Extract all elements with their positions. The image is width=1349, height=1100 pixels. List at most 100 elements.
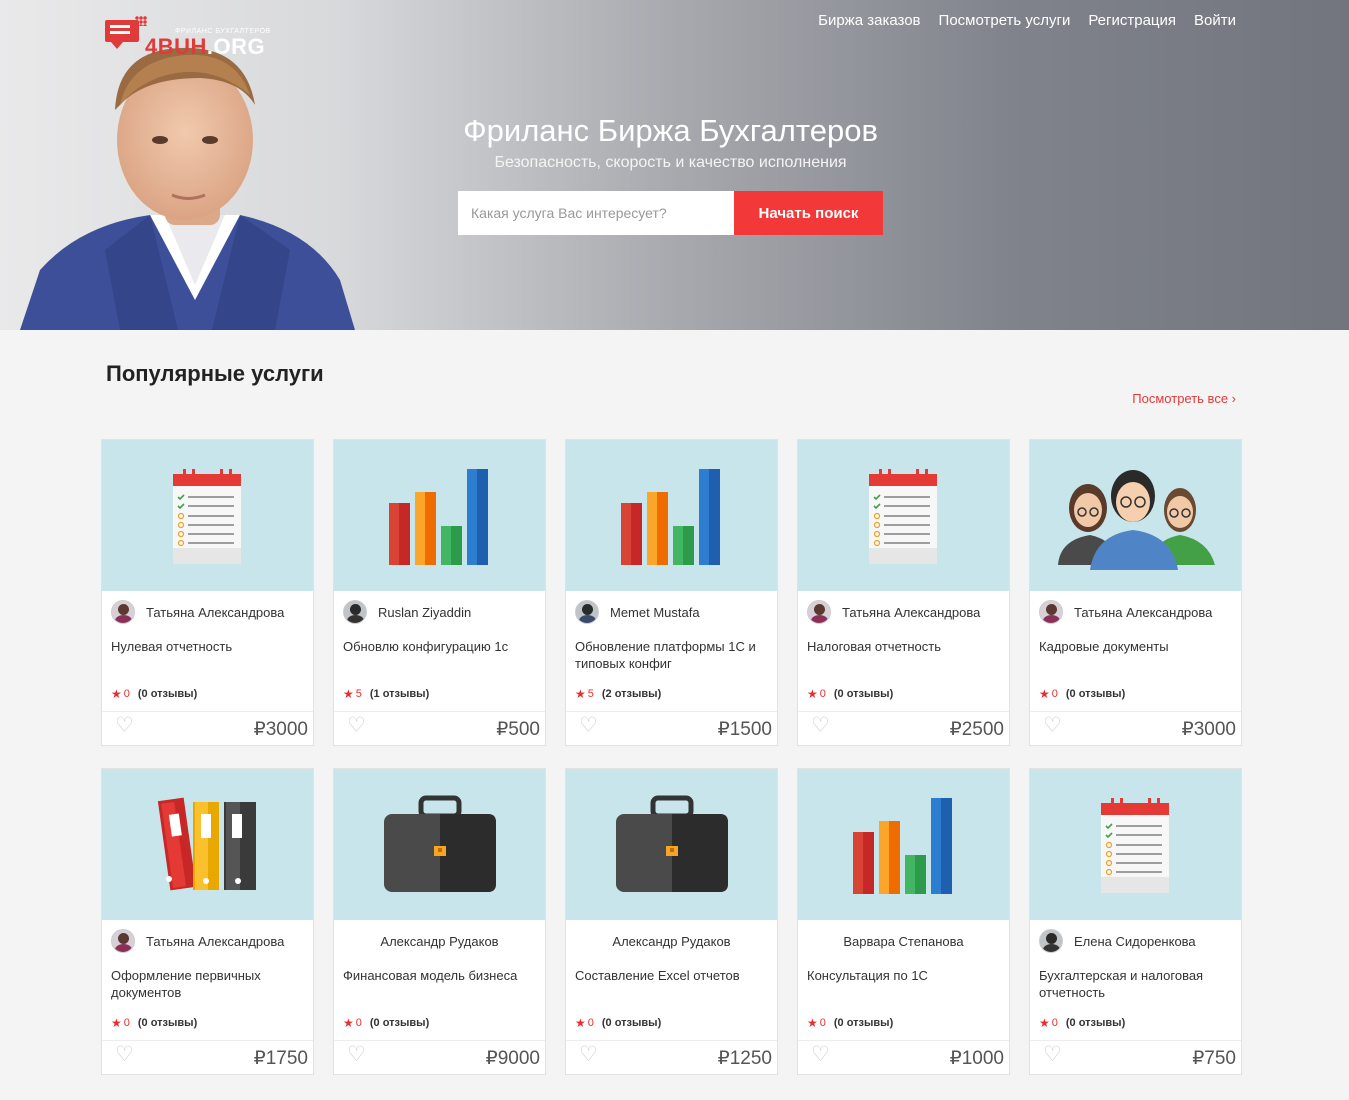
rating-value: 0 xyxy=(587,1017,594,1029)
service-author[interactable]: Ruslan Ziyaddin xyxy=(343,600,471,624)
service-card[interactable]: Татьяна Александрова Оформление первичны… xyxy=(101,768,314,1075)
reviews-count: (1 отзывы) xyxy=(369,688,430,700)
avatar[interactable] xyxy=(575,600,599,624)
star-icon: ★ xyxy=(111,1016,122,1030)
service-card[interactable]: Татьяна Александрова Нулевая отчетность … xyxy=(101,439,314,746)
avatar[interactable] xyxy=(807,600,831,624)
author-name[interactable]: Елена Сидоренкова xyxy=(1074,934,1196,949)
service-thumbnail[interactable] xyxy=(566,769,777,920)
service-card[interactable]: Татьяна Александрова Кадровые документы … xyxy=(1029,439,1242,746)
service-title[interactable]: Кадровые документы xyxy=(1039,638,1234,655)
heart-icon[interactable]: ♡ xyxy=(1043,1044,1065,1065)
service-thumbnail[interactable] xyxy=(798,440,1009,591)
heart-icon[interactable]: ♡ xyxy=(579,1044,601,1065)
service-price: ₽500 xyxy=(496,719,540,740)
nav-login[interactable]: Войти xyxy=(1194,12,1236,29)
service-rating: ★ 0 (0 отзывы) xyxy=(575,1016,661,1030)
service-thumbnail[interactable] xyxy=(1030,769,1241,920)
service-thumbnail[interactable] xyxy=(334,769,545,920)
service-card[interactable]: Татьяна Александрова Налоговая отчетност… xyxy=(797,439,1010,746)
service-title[interactable]: Обновлю конфигурацию 1с xyxy=(343,638,538,655)
service-author[interactable]: Варвара Степанова xyxy=(798,929,1009,953)
reviews-count: (0 отзывы) xyxy=(601,1017,662,1029)
service-title[interactable]: Оформление первичных документов xyxy=(111,967,306,1001)
service-title[interactable]: Налоговая отчетность xyxy=(807,638,1002,655)
star-icon: ★ xyxy=(1039,687,1050,701)
view-all-link[interactable]: Посмотреть все › xyxy=(1132,391,1236,406)
search-input[interactable] xyxy=(458,191,734,235)
nav-view-services[interactable]: Посмотреть услуги xyxy=(939,12,1071,29)
service-author[interactable]: Татьяна Александрова xyxy=(1039,600,1212,624)
search-button[interactable]: Начать поиск xyxy=(734,191,883,235)
star-icon: ★ xyxy=(575,687,586,701)
service-card[interactable]: Варвара Степанова Консультация по 1С ★ 0… xyxy=(797,768,1010,1075)
service-title[interactable]: Финансовая модель бизнеса xyxy=(343,967,538,984)
heart-icon[interactable]: ♡ xyxy=(347,1044,369,1065)
heart-icon[interactable]: ♡ xyxy=(1043,715,1065,736)
rating-value: 0 xyxy=(123,1017,130,1029)
site-logo[interactable]: ФРИЛАНС БУХГАЛТЕРОВ 4BUH.ORG xyxy=(105,16,290,59)
star-icon: ★ xyxy=(575,1016,586,1030)
avatar[interactable] xyxy=(111,929,135,953)
service-rating: ★ 0 (0 отзывы) xyxy=(1039,1016,1125,1030)
service-title[interactable]: Консультация по 1С xyxy=(807,967,1002,984)
heart-icon[interactable]: ♡ xyxy=(347,715,369,736)
author-name[interactable]: Александр Рудаков xyxy=(612,934,730,949)
service-thumbnail[interactable] xyxy=(334,440,545,591)
heart-icon[interactable]: ♡ xyxy=(579,715,601,736)
author-name[interactable]: Варвара Степанова xyxy=(843,934,963,949)
rating-value: 0 xyxy=(819,688,826,700)
section-title: Популярные услуги xyxy=(106,361,324,386)
heart-icon[interactable]: ♡ xyxy=(811,715,833,736)
service-card[interactable]: Елена Сидоренкова Бухгалтерская и налого… xyxy=(1029,768,1242,1075)
service-price: ₽1500 xyxy=(717,719,772,740)
service-author[interactable]: Memet Mustafa xyxy=(575,600,700,624)
heart-icon[interactable]: ♡ xyxy=(811,1044,833,1065)
service-thumbnail[interactable] xyxy=(798,769,1009,920)
author-name[interactable]: Ruslan Ziyaddin xyxy=(378,605,471,620)
avatar[interactable] xyxy=(1039,929,1063,953)
rating-value: 0 xyxy=(1051,1017,1058,1029)
author-name[interactable]: Memet Mustafa xyxy=(610,605,700,620)
reviews-count: (0 отзывы) xyxy=(137,688,198,700)
service-rating: ★ 0 (0 отзывы) xyxy=(111,687,197,701)
service-title[interactable]: Обновление платформы 1С и типовых конфиг xyxy=(575,638,770,672)
service-author[interactable]: Александр Рудаков xyxy=(566,929,777,953)
star-icon: ★ xyxy=(807,687,818,701)
card-divider xyxy=(566,1040,777,1041)
service-author[interactable]: Александр Рудаков xyxy=(334,929,545,953)
service-thumbnail[interactable] xyxy=(566,440,777,591)
author-name[interactable]: Татьяна Александрова xyxy=(146,934,284,949)
service-card[interactable]: Александр Рудаков Финансовая модель бизн… xyxy=(333,768,546,1075)
reviews-count: (0 отзывы) xyxy=(137,1017,198,1029)
search-bar: Начать поиск xyxy=(458,191,883,235)
heart-icon[interactable]: ♡ xyxy=(115,715,137,736)
service-title[interactable]: Нулевая отчетность xyxy=(111,638,306,655)
heart-icon[interactable]: ♡ xyxy=(115,1044,137,1065)
service-author[interactable]: Татьяна Александрова xyxy=(807,600,980,624)
nav-register[interactable]: Регистрация xyxy=(1088,12,1176,29)
rating-value: 0 xyxy=(123,688,130,700)
service-title[interactable]: Бухгалтерская и налоговая отчетность xyxy=(1039,967,1234,1001)
author-name[interactable]: Татьяна Александрова xyxy=(146,605,284,620)
service-author[interactable]: Татьяна Александрова xyxy=(111,929,284,953)
service-thumbnail[interactable] xyxy=(102,440,313,591)
nav-orders-exchange[interactable]: Биржа заказов xyxy=(818,12,920,29)
author-name[interactable]: Александр Рудаков xyxy=(380,934,498,949)
avatar[interactable] xyxy=(111,600,135,624)
service-card[interactable]: Александр Рудаков Составление Excel отче… xyxy=(565,768,778,1075)
card-divider xyxy=(102,711,313,712)
service-author[interactable]: Татьяна Александрова xyxy=(111,600,284,624)
author-name[interactable]: Татьяна Александрова xyxy=(1074,605,1212,620)
service-title[interactable]: Составление Excel отчетов xyxy=(575,967,770,984)
service-card[interactable]: Ruslan Ziyaddin Обновлю конфигурацию 1с … xyxy=(333,439,546,746)
service-price: ₽2500 xyxy=(949,719,1004,740)
rating-value: 0 xyxy=(355,1017,362,1029)
service-card[interactable]: Memet Mustafa Обновление платформы 1С и … xyxy=(565,439,778,746)
avatar[interactable] xyxy=(343,600,367,624)
service-author[interactable]: Елена Сидоренкова xyxy=(1039,929,1196,953)
service-thumbnail[interactable] xyxy=(1030,440,1241,591)
avatar[interactable] xyxy=(1039,600,1063,624)
author-name[interactable]: Татьяна Александрова xyxy=(842,605,980,620)
service-thumbnail[interactable] xyxy=(102,769,313,920)
